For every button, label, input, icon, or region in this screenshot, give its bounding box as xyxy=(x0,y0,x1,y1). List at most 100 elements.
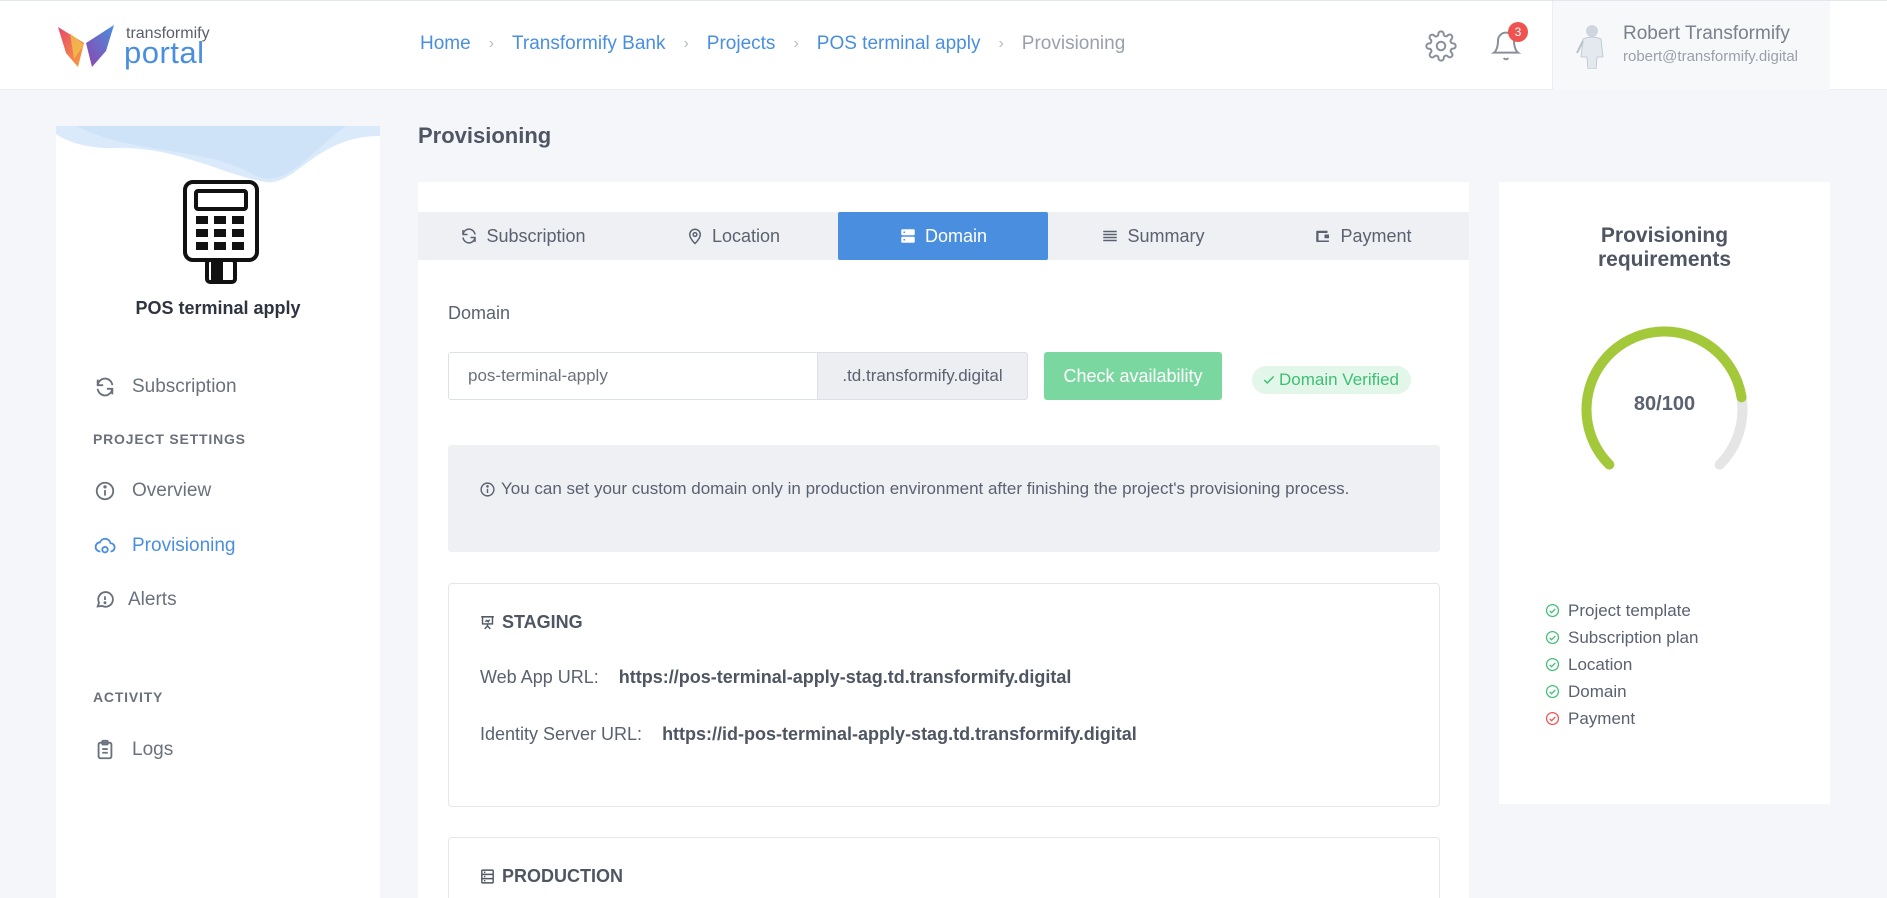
user-email: robert@transformify.digital xyxy=(1623,48,1799,65)
identity-url-value[interactable]: https://id-pos-terminal-apply-stag.td.tr… xyxy=(662,724,1137,745)
pos-terminal-icon xyxy=(183,180,259,284)
alert-message-icon xyxy=(96,591,114,608)
sidebar-item-alerts[interactable]: Alerts xyxy=(94,589,177,611)
staging-identity-row: Identity Server URL: https://id-pos-term… xyxy=(480,724,1137,745)
requirements-title-line1: Provisioning xyxy=(1600,224,1729,247)
tab-location[interactable]: Location xyxy=(628,212,838,260)
check-circle-icon xyxy=(1545,603,1560,618)
map-pin-icon xyxy=(688,228,701,245)
requirements-title: Provisioning requirements xyxy=(1499,224,1830,272)
requirement-item: Project template xyxy=(1545,597,1698,624)
refresh-icon xyxy=(96,377,114,397)
check-availability-button[interactable]: Check availability xyxy=(1044,352,1222,400)
sidebar-item-label: Alerts xyxy=(128,589,177,610)
chevron-right-icon: › xyxy=(683,35,689,52)
staging-title: STAGING xyxy=(479,612,583,633)
breadcrumb: Home › Transformify Bank › Projects › PO… xyxy=(420,33,1125,55)
chevron-right-icon: › xyxy=(488,35,495,52)
web-app-url-value[interactable]: https://pos-terminal-apply-stag.td.trans… xyxy=(619,667,1072,688)
sidebar-item-label: Provisioning xyxy=(132,535,236,556)
production-title-text: PRODUCTION xyxy=(502,866,623,886)
section-heading-project-settings: PROJECT SETTINGS xyxy=(93,431,246,447)
requirement-item: Payment xyxy=(1545,705,1698,732)
staging-title-text: STAGING xyxy=(502,612,583,632)
tab-label: Subscription xyxy=(486,225,586,246)
cloud-upload-icon xyxy=(94,537,116,554)
staging-panel: STAGING Web App URL: https://pos-termina… xyxy=(448,583,1440,807)
section-heading-activity: ACTIVITY xyxy=(93,689,164,705)
portal-logo[interactable]: transformify portal xyxy=(56,23,216,71)
requirements-list: Project template Subscription plan Locatio… xyxy=(1545,597,1698,732)
score-value: 80/100 xyxy=(1633,393,1696,415)
requirement-item: Subscription plan xyxy=(1545,624,1698,651)
project-name: POS terminal apply xyxy=(135,298,301,318)
notification-badge: 3 xyxy=(1508,22,1528,42)
server-rack-icon xyxy=(481,869,494,884)
requirement-label: Project template xyxy=(1568,600,1691,620)
info-message: You can set your custom domain only in p… xyxy=(479,479,1349,499)
requirement-label: Payment xyxy=(1568,708,1636,728)
web-app-url-label: Web App URL: xyxy=(480,667,599,687)
tab-label: Payment xyxy=(1340,225,1412,246)
user-menu[interactable]: Robert Transformify robert@transformify.… xyxy=(1552,1,1830,90)
requirement-label: Subscription plan xyxy=(1568,627,1699,647)
sidebar-item-provisioning[interactable]: Provisioning xyxy=(94,535,236,557)
refresh-icon xyxy=(462,228,477,244)
domain-suffix: .td.transformify.digital xyxy=(817,352,1028,400)
check-circle-icon xyxy=(1545,630,1560,645)
wallet-icon xyxy=(1316,230,1330,242)
sidebar-item-label: Logs xyxy=(132,739,174,760)
chevron-right-icon: › xyxy=(793,35,799,52)
page-title: Provisioning xyxy=(418,123,552,148)
check-circle-icon xyxy=(1545,684,1560,699)
requirement-item: Location xyxy=(1545,651,1698,678)
sidebar-item-subscription[interactable]: Subscription xyxy=(94,376,237,398)
provisioning-tabs: Subscription Location Domain Summary Pay… xyxy=(418,212,1469,260)
production-title: PRODUCTION xyxy=(479,866,623,887)
info-text: You can set your custom domain only in p… xyxy=(501,479,1350,498)
presentation-icon xyxy=(481,616,494,630)
project-sidebar: POS terminal apply Subscription PROJECT … xyxy=(56,126,380,898)
tab-subscription[interactable]: Subscription xyxy=(418,212,628,260)
breadcrumb-current: Provisioning xyxy=(1021,33,1126,54)
tab-payment[interactable]: Payment xyxy=(1258,212,1468,260)
info-icon xyxy=(480,481,495,497)
identity-url-label: Identity Server URL: xyxy=(480,724,643,744)
domain-input[interactable] xyxy=(448,352,818,400)
tab-label: Domain xyxy=(924,225,988,246)
sidebar-item-overview[interactable]: Overview xyxy=(94,480,211,502)
breadcrumb-organization[interactable]: Transformify Bank xyxy=(512,33,665,55)
gear-icon[interactable] xyxy=(1425,30,1457,62)
info-icon xyxy=(95,481,115,501)
provisioning-requirements-panel: Provisioning requirements 80/100 Project… xyxy=(1499,182,1830,804)
breadcrumb-home[interactable]: Home xyxy=(420,33,471,55)
tab-summary[interactable]: Summary xyxy=(1048,212,1258,260)
tab-domain[interactable]: Domain xyxy=(838,212,1048,260)
server-icon xyxy=(901,229,915,243)
butterfly-logo-icon xyxy=(58,25,114,67)
verified-label: Domain Verified xyxy=(1279,370,1400,389)
requirement-label: Location xyxy=(1568,654,1633,674)
error-circle-icon xyxy=(1545,711,1560,726)
requirements-title-line2: requirements xyxy=(1597,248,1732,271)
breadcrumb-project[interactable]: POS terminal apply xyxy=(817,33,981,55)
provisioning-card: Subscription Location Domain Summary Pay… xyxy=(418,182,1469,898)
clipboard-icon xyxy=(97,739,113,760)
staging-web-app-row: Web App URL: https://pos-terminal-apply-… xyxy=(480,667,1071,688)
list-icon xyxy=(1103,230,1118,242)
sidebar-item-label: Overview xyxy=(132,480,212,501)
check-icon xyxy=(1263,375,1275,384)
tab-label: Summary xyxy=(1127,225,1205,246)
custom-domain-info: You can set your custom domain only in p… xyxy=(448,445,1440,552)
breadcrumb-projects[interactable]: Projects xyxy=(707,33,776,55)
user-name: Robert Transformify xyxy=(1623,23,1790,44)
requirement-label: Domain xyxy=(1568,681,1627,701)
chevron-right-icon: › xyxy=(998,35,1004,52)
top-header: transformify portal Home › Transformify … xyxy=(0,0,1887,90)
logo-title: portal xyxy=(124,35,205,70)
sidebar-item-logs[interactable]: Logs xyxy=(94,739,173,761)
domain-field-label: Domain xyxy=(448,303,511,323)
avatar xyxy=(1576,25,1604,69)
production-panel: PRODUCTION xyxy=(448,837,1440,898)
check-circle-icon xyxy=(1545,657,1560,672)
